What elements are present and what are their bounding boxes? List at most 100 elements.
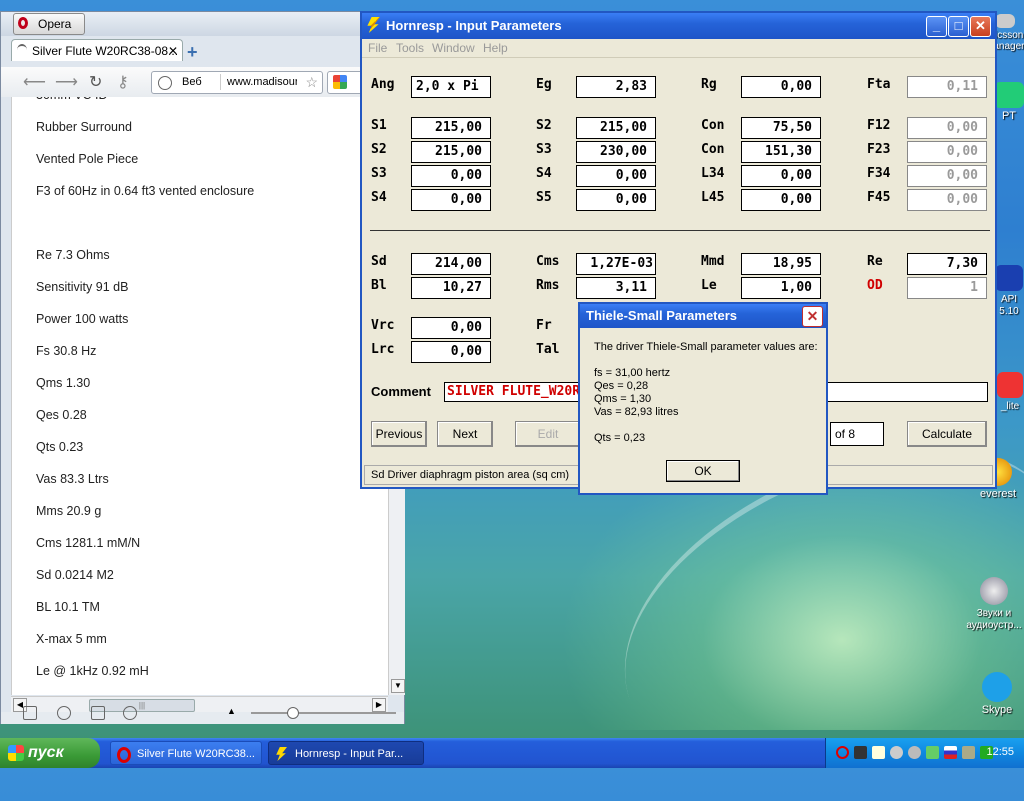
taskbar-item-opera[interactable]: Silver Flute W20RC38... xyxy=(110,741,262,765)
previous-button[interactable]: Previous xyxy=(371,421,427,447)
next-button[interactable]: Next xyxy=(437,421,493,447)
page-text-line: Rubber Surround xyxy=(36,120,132,134)
globe-icon xyxy=(158,76,172,90)
field-f34[interactable]: 0,00 xyxy=(907,165,987,187)
opera-menu-button[interactable]: Opera xyxy=(13,13,85,35)
search-engine-button[interactable] xyxy=(327,71,363,94)
desktop-icon-pt[interactable]: PT xyxy=(994,82,1024,122)
field-s2a[interactable]: 215,00 xyxy=(576,117,656,139)
page-text-line: F3 of 60Hz in 0.64 ft3 vented enclosure xyxy=(36,184,255,198)
new-tab-icon[interactable]: + xyxy=(187,42,198,63)
start-button[interactable]: пуск xyxy=(0,738,100,768)
desktop-icon-api[interactable]: API 5.10 xyxy=(994,265,1024,317)
label-l45: L45 xyxy=(701,190,725,205)
field-mmd[interactable]: 18,95 xyxy=(741,253,821,275)
field-s3a[interactable]: 230,00 xyxy=(576,141,656,163)
scroll-down-arrow-icon[interactable]: ▼ xyxy=(391,679,405,693)
google-icon xyxy=(333,75,347,89)
cloud-icon[interactable] xyxy=(57,706,71,720)
opera-logo-icon xyxy=(18,17,28,29)
panel-icon[interactable] xyxy=(23,706,37,720)
menu-tools[interactable]: Tools xyxy=(396,41,424,55)
zoom-slider[interactable] xyxy=(251,707,396,719)
field-sd[interactable]: 214,00 xyxy=(411,253,491,275)
page-text-line: Mms 20.9 g xyxy=(36,504,102,518)
turbo-icon[interactable] xyxy=(123,706,137,720)
field-bl[interactable]: 10,27 xyxy=(411,277,491,299)
field-f45[interactable]: 0,00 xyxy=(907,189,987,211)
field-f23[interactable]: 0,00 xyxy=(907,141,987,163)
reload-icon[interactable]: ↻ xyxy=(89,72,102,92)
menu-help[interactable]: Help xyxy=(483,41,508,55)
p2-icon xyxy=(995,265,1023,291)
zoom-knob[interactable] xyxy=(287,707,299,719)
field-eg[interactable]: 2,83 xyxy=(576,76,656,98)
label-bl: Bl xyxy=(371,278,387,293)
dialog-close-icon[interactable]: ✕ xyxy=(802,306,823,327)
forward-icon[interactable]: ⟶ xyxy=(55,72,78,92)
bookmark-star-icon[interactable]: ☆ xyxy=(305,72,318,93)
network-tray-icon[interactable] xyxy=(890,746,903,759)
volume-tray-icon[interactable] xyxy=(926,746,939,759)
menu-window[interactable]: Window xyxy=(432,41,475,55)
close-tab-icon[interactable]: ✕ xyxy=(168,40,178,61)
calculate-button[interactable]: Calculate xyxy=(907,421,987,447)
field-rms[interactable]: 3,11 xyxy=(576,277,656,299)
menu-file[interactable]: File xyxy=(368,41,387,55)
film-tray-icon[interactable] xyxy=(854,746,867,759)
field-s3b[interactable]: 0,00 xyxy=(411,165,491,187)
field-vrc[interactable]: 0,00 xyxy=(411,317,491,339)
minimize-icon[interactable]: _ xyxy=(926,16,947,37)
page-text-line: Qes 0.28 xyxy=(36,408,87,422)
field-s4b[interactable]: 0,00 xyxy=(411,189,491,211)
key-icon[interactable]: ⚷ xyxy=(117,72,129,92)
desktop-icon-skype[interactable]: Skype xyxy=(970,672,1024,716)
browser-tab[interactable]: Silver Flute W20RC38-08... ✕ xyxy=(11,39,183,61)
address-bar[interactable]: Веб www.madisour ☆ xyxy=(151,71,323,94)
page-text-line: Le @ 1kHz 0.92 mH xyxy=(36,664,149,678)
field-l34[interactable]: 0,00 xyxy=(741,165,821,187)
maximize-icon[interactable]: □ xyxy=(948,16,969,37)
field-s5[interactable]: 0,00 xyxy=(576,189,656,211)
page-text-line: BL 10.1 TM xyxy=(36,600,100,614)
field-ang[interactable]: 2,0 x Pi xyxy=(411,76,491,98)
pen-tray-icon[interactable] xyxy=(962,746,975,759)
field-le[interactable]: 1,00 xyxy=(741,277,821,299)
field-od[interactable]: 1 xyxy=(907,277,987,299)
windows-flag-icon xyxy=(8,745,24,761)
field-cms[interactable]: 1,27E-03 xyxy=(576,253,656,275)
desktop-icon-lite[interactable]: _lite xyxy=(996,372,1024,412)
field-f12[interactable]: 0,00 xyxy=(907,117,987,139)
field-con2[interactable]: 151,30 xyxy=(741,141,821,163)
label-ang: Ang xyxy=(371,77,395,92)
field-re[interactable]: 7,30 xyxy=(907,253,987,275)
ok-button[interactable]: OK xyxy=(666,460,740,482)
field-l45[interactable]: 0,00 xyxy=(741,189,821,211)
desktop-icon-sounds[interactable]: Звуки и аудиоустр... xyxy=(962,577,1024,631)
note-tray-icon[interactable] xyxy=(872,746,885,759)
field-s2b[interactable]: 215,00 xyxy=(411,141,491,163)
ericsson-icon xyxy=(995,14,1015,28)
label-lrc: Lrc xyxy=(371,342,395,357)
label-s1: S1 xyxy=(371,118,387,133)
unite-icon[interactable] xyxy=(91,706,105,720)
disc-tray-icon[interactable] xyxy=(908,746,921,759)
close-icon[interactable]: ✕ xyxy=(970,16,991,37)
field-rg[interactable]: 0,00 xyxy=(741,76,821,98)
label-l34: L34 xyxy=(701,166,725,181)
taskbar-item-hornresp[interactable]: Hornresp - Input Par... xyxy=(268,741,424,765)
language-tray-icon[interactable] xyxy=(944,746,957,759)
page-text-line: Power 100 watts xyxy=(36,312,129,326)
field-lrc[interactable]: 0,00 xyxy=(411,341,491,363)
field-s4a[interactable]: 0,00 xyxy=(576,165,656,187)
field-con1[interactable]: 75,50 xyxy=(741,117,821,139)
scroll-right-arrow-icon[interactable]: ▶ xyxy=(372,698,386,712)
back-icon[interactable]: ⟵ xyxy=(23,72,46,92)
page-text-line: X-max 5 mm xyxy=(36,632,107,646)
zoom-up-icon[interactable]: ▲ xyxy=(227,706,236,716)
pt-icon xyxy=(994,82,1024,108)
dialog-line: Vas = 82,93 litres xyxy=(594,406,679,418)
opera-tray-icon[interactable] xyxy=(836,746,849,759)
field-s1[interactable]: 215,00 xyxy=(411,117,491,139)
field-fta[interactable]: 0,11 xyxy=(907,76,987,98)
